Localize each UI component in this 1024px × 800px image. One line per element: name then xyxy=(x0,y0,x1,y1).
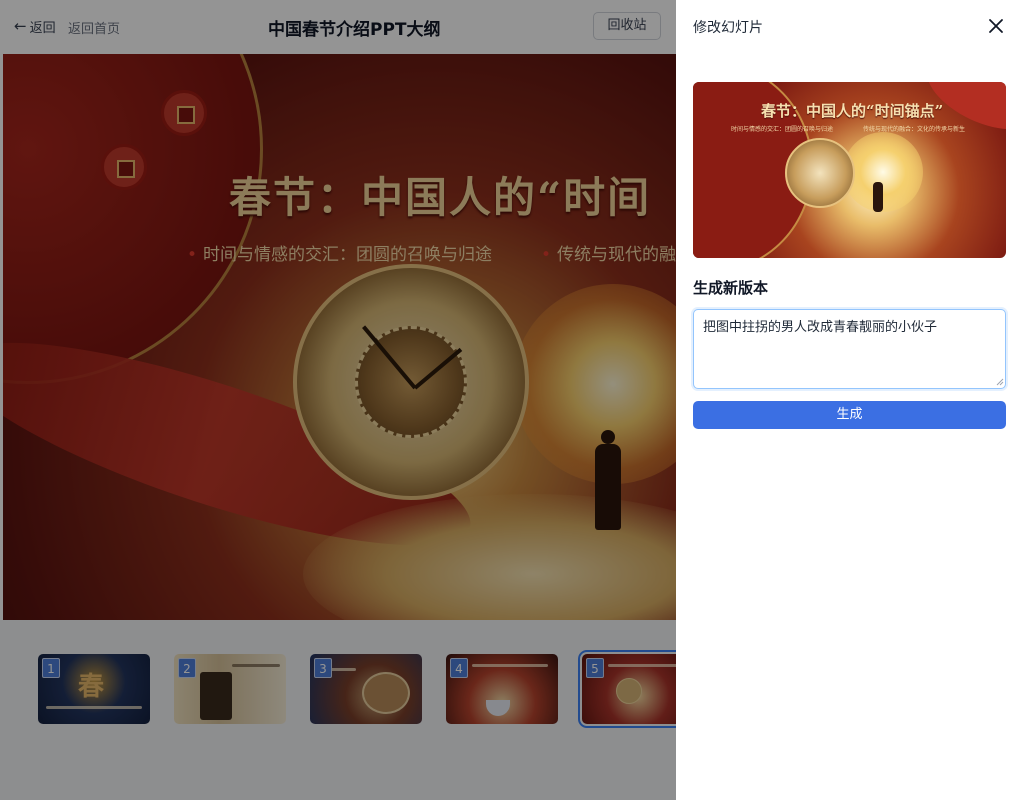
close-icon[interactable] xyxy=(986,16,1006,36)
light-glow-decoration xyxy=(843,132,923,212)
preview-title: 春节：中国人的“时间锚点” xyxy=(761,102,944,120)
preview-bullet: 时间与情感的交汇：团圆的召唤与归途 xyxy=(731,126,834,133)
section-title: 生成新版本 xyxy=(693,279,769,297)
clock-illustration xyxy=(785,138,855,208)
old-man-figure xyxy=(873,182,883,212)
resize-handle-icon[interactable] xyxy=(996,378,1004,386)
generate-button[interactable]: 生成 xyxy=(693,401,1006,429)
edit-slide-drawer: 修改幻灯片 春节：中国人的“时间锚点” 时间与情感的交汇：团圆的召唤与归途 传统… xyxy=(676,0,1024,800)
drawer-title: 修改幻灯片 xyxy=(693,20,763,36)
slide-preview: 春节：中国人的“时间锚点” 时间与情感的交汇：团圆的召唤与归途 传统与现代的融合… xyxy=(693,82,1006,258)
prompt-input[interactable]: 把图中拄拐的男人改成青春靓丽的小伙子 xyxy=(693,309,1006,389)
preview-bullet: 传统与现代的融合：文化的传承与新生 xyxy=(863,126,966,133)
